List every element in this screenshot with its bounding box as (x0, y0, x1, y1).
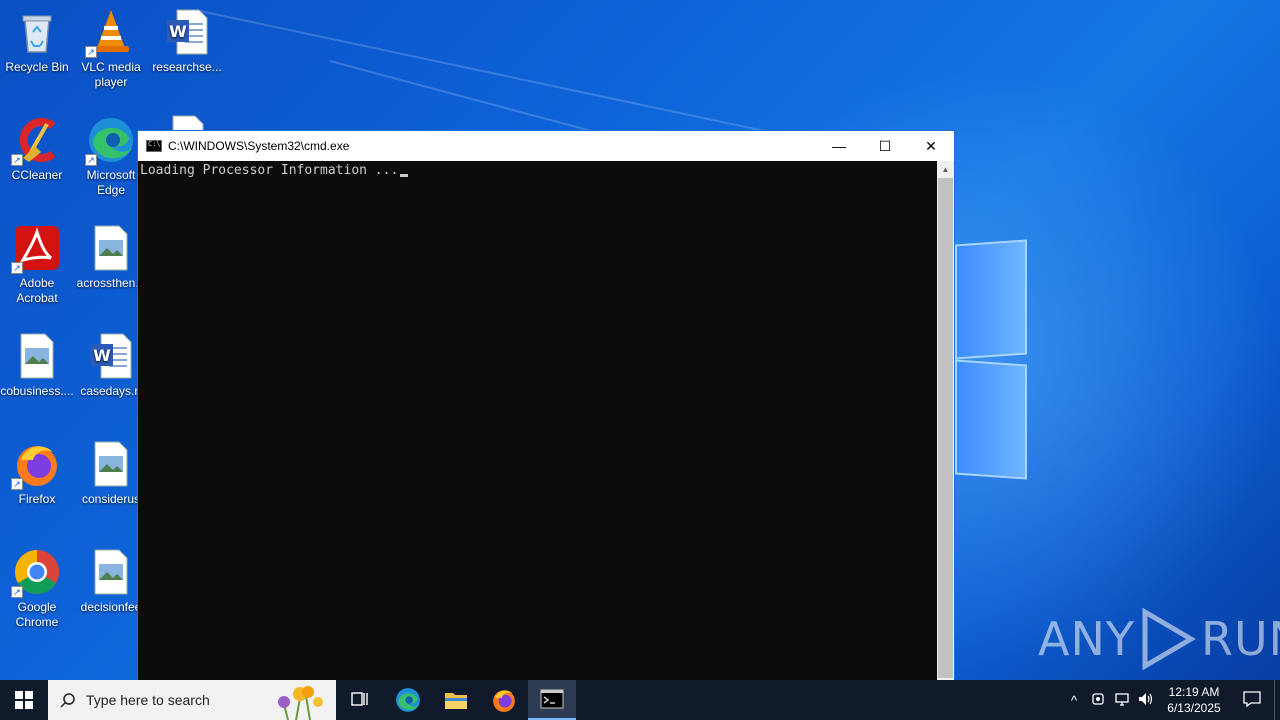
taskbar-cmd-button[interactable] (528, 680, 576, 720)
vlc-cone-icon: ↗ (85, 8, 135, 58)
search-placeholder: Type here to search (86, 692, 210, 708)
vertical-scrollbar[interactable]: ▲ (937, 161, 954, 680)
svg-text:W: W (169, 22, 187, 41)
watermark-text-left: ANY (1038, 612, 1135, 666)
cmd-app-icon (146, 140, 162, 152)
task-view-icon (351, 692, 368, 706)
shortcut-arrow-icon: ↗ (11, 478, 23, 490)
shortcut-arrow-icon: ↗ (11, 262, 23, 274)
windows-logo-wallpaper (955, 239, 1030, 480)
desktop-icon-label: Adobe Acrobat (16, 276, 58, 305)
console-cursor (400, 174, 409, 177)
start-button[interactable] (0, 680, 48, 720)
ccleaner-icon: ↗ (11, 116, 61, 166)
console-line: Loading Processor Information ... (140, 163, 399, 178)
show-desktop-button[interactable] (1274, 680, 1280, 720)
meet-now-icon[interactable] (1086, 692, 1110, 709)
clock-time: 12:19 AM (1168, 685, 1220, 699)
cmd-window-title: C:\WINDOWS\System32\cmd.exe (168, 139, 350, 153)
recycle-bin-icon (13, 8, 61, 56)
desktop-icon-word-file[interactable]: W researchse... (150, 8, 224, 75)
anyrun-watermark: ANY RUN (1038, 608, 1280, 670)
desktop-icon-label: cobusiness.... (0, 384, 74, 398)
search-icon (60, 693, 75, 708)
desktop-icon-partial[interactable] (150, 114, 224, 130)
desktop-icon-recycle-bin[interactable]: Recycle Bin (0, 8, 74, 75)
image-file-icon (87, 548, 135, 596)
cmd-titlebar[interactable]: C:\WINDOWS\System32\cmd.exe — ☐ ✕ (138, 131, 954, 161)
adobe-acrobat-icon: ↗ (11, 224, 61, 274)
minimize-button[interactable]: — (816, 131, 862, 161)
search-highlight-flowers-icon (278, 686, 323, 720)
desktop-icon-adobe-acrobat[interactable]: ↗ Adobe Acrobat (0, 224, 74, 306)
shortcut-arrow-icon: ↗ (11, 154, 23, 166)
edge-icon: ↗ (85, 116, 135, 166)
edge-icon (396, 688, 420, 712)
maximize-button[interactable]: ☐ (862, 131, 908, 161)
desktop-icon-chrome[interactable]: ↗ Google Chrome (0, 548, 74, 630)
system-tray: ^ 12:19 AM 6/13/2025 (1062, 680, 1280, 720)
desktop-icon-firefox[interactable]: ↗ Firefox (0, 440, 74, 507)
chrome-icon: ↗ (11, 548, 61, 598)
console-output[interactable]: Loading Processor Information ... (138, 161, 938, 680)
clock-date: 6/13/2025 (1167, 701, 1221, 715)
desktop-icon-label: Google Chrome (15, 600, 59, 629)
desktop-icon-label: VLC media player (81, 60, 141, 89)
desktop-icon-label: Firefox (18, 492, 56, 506)
scroll-up-arrow-icon[interactable]: ▲ (937, 161, 954, 178)
svg-text:W: W (93, 346, 111, 365)
taskbar-file-explorer-button[interactable] (432, 680, 480, 720)
network-icon[interactable] (1110, 692, 1134, 709)
shortcut-arrow-icon: ↗ (85, 46, 97, 58)
scrollbar-thumb[interactable] (938, 178, 953, 678)
word-document-icon: W (87, 332, 135, 380)
desktop-icon-label: researchse... (152, 60, 222, 74)
taskbar: Type here to search ^ 12:19 AM 6/13/2025 (0, 680, 1280, 720)
desktop-icon-label: Recycle Bin (5, 60, 69, 74)
taskbar-search-box[interactable]: Type here to search (48, 680, 336, 720)
task-view-button[interactable] (336, 680, 384, 720)
play-triangle-icon (1142, 608, 1196, 670)
chevron-up-icon[interactable]: ^ (1062, 693, 1086, 708)
desktop-icon-image-file[interactable]: cobusiness.... (0, 332, 74, 399)
image-file-icon (87, 440, 135, 488)
desktop-icon-label: CCleaner (11, 168, 63, 182)
document-icon (163, 114, 211, 130)
image-file-icon (13, 332, 61, 380)
desktop-icon-ccleaner[interactable]: ↗ CCleaner (0, 116, 74, 183)
folder-icon (445, 693, 467, 709)
taskbar-firefox-button[interactable] (480, 680, 528, 720)
taskbar-edge-button[interactable] (384, 680, 432, 720)
windows-start-icon (15, 691, 33, 709)
cmd-window[interactable]: C:\WINDOWS\System32\cmd.exe — ☐ ✕ Loadin… (137, 130, 955, 680)
watermark-text-right: RUN (1200, 612, 1280, 666)
cmd-icon (540, 689, 564, 709)
action-center-icon[interactable] (1230, 690, 1274, 710)
shortcut-arrow-icon: ↗ (85, 154, 97, 166)
word-document-icon: W (163, 8, 211, 56)
close-button[interactable]: ✕ (908, 131, 954, 161)
taskbar-clock[interactable]: 12:19 AM 6/13/2025 (1158, 684, 1230, 716)
image-file-icon (87, 224, 135, 272)
firefox-icon: ↗ (11, 440, 61, 490)
shortcut-arrow-icon: ↗ (11, 586, 23, 598)
desktop-icon-vlc[interactable]: ↗ VLC media player (74, 8, 148, 90)
volume-icon[interactable] (1134, 692, 1158, 709)
firefox-icon (493, 690, 515, 712)
